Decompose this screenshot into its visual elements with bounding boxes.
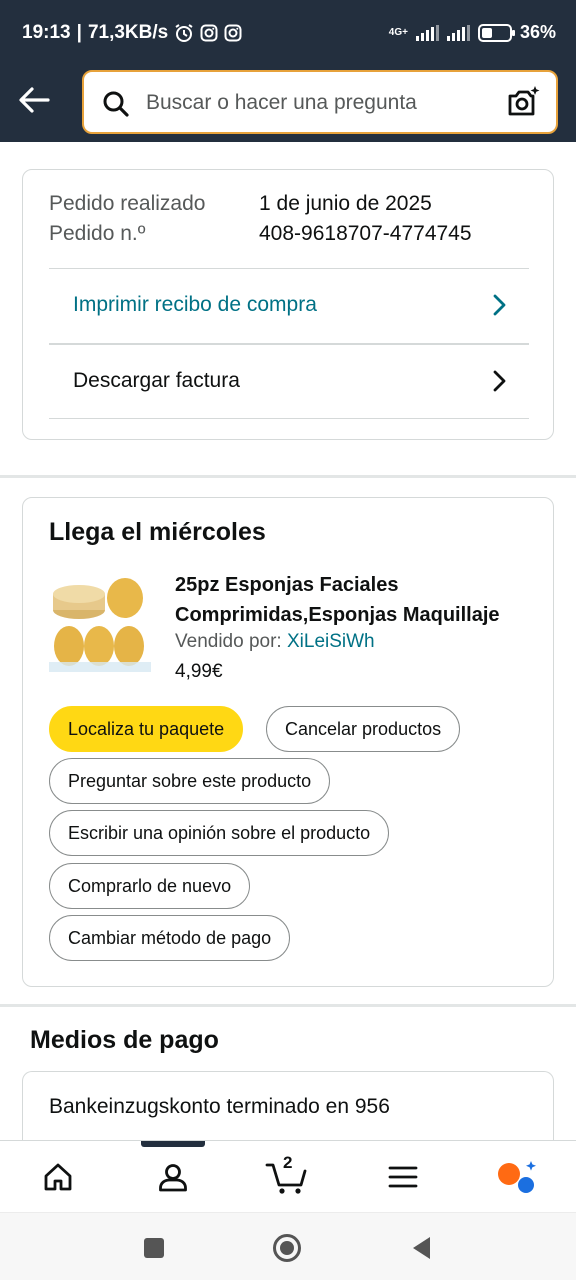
back-button[interactable] <box>14 80 54 120</box>
nav-rufus-assistant[interactable] <box>497 1155 537 1199</box>
product-title[interactable]: 25pz Esponjas Faciales Comprimidas,Espon… <box>175 570 535 630</box>
battery-icon <box>477 23 515 42</box>
track-package-button[interactable]: Localiza tu paquete <box>49 706 244 752</box>
order-placed-label: Pedido realizado <box>49 192 206 215</box>
payment-method: Bankeinzugskonto terminado en 956 <box>49 1095 390 1118</box>
download-invoice-link[interactable]: Descargar factura <box>49 345 529 417</box>
status-right: 4G+ 36% <box>389 22 556 43</box>
signal-icon-2 <box>446 24 470 41</box>
search-input[interactable]: Buscar o hacer una pregunta <box>146 91 417 115</box>
order-number: 408-9618707-4774745 <box>259 222 472 245</box>
triangle-back-icon <box>413 1237 430 1259</box>
top-bar: 19:13 | 71,3KB/s 4G+ 36% Buscar o hacer … <box>0 0 576 142</box>
search-bar[interactable]: Buscar o hacer una pregunta <box>82 70 558 134</box>
order-info-card: Pedido realizado 1 de junio de 2025 Pedi… <box>22 169 554 440</box>
camera-search-icon[interactable] <box>506 84 542 120</box>
cart-count-badge: 2 <box>283 1153 293 1172</box>
delivery-heading: Llega el miércoles <box>49 518 266 546</box>
home-icon <box>44 1163 72 1191</box>
order-placed-date: 1 de junio de 2025 <box>259 192 432 215</box>
square-icon <box>144 1238 164 1258</box>
ask-product-button[interactable]: Preguntar sobre este producto <box>49 758 331 804</box>
nav-home[interactable] <box>38 1155 78 1199</box>
order-number-label: Pedido n.º <box>49 222 146 245</box>
status-speed: 71,3KB/s <box>87 22 169 43</box>
change-payment-button[interactable]: Cambiar método de pago <box>49 915 291 961</box>
status-time: 19:13 <box>22 22 71 43</box>
rufus-assistant-icon <box>498 1161 536 1193</box>
nav-menu[interactable] <box>383 1155 423 1199</box>
instagram-icon <box>200 24 218 42</box>
network-type: 4G+ <box>388 27 408 38</box>
seller-label: Vendido por: <box>175 631 282 652</box>
circle-icon <box>273 1234 301 1262</box>
person-icon <box>159 1164 187 1192</box>
payment-card: Bankeinzugskonto terminado en 956 <box>22 1071 554 1151</box>
instagram-icon-2 <box>224 24 242 42</box>
seller-info: Vendido por: XiLeiSiWh <box>175 631 375 653</box>
cancel-items-button[interactable]: Cancelar productos <box>266 706 461 752</box>
seller-link[interactable]: XiLeiSiWh <box>287 631 375 652</box>
status-separator: | <box>76 22 82 43</box>
product-title-line2: Comprimidas,Esponjas Maquillaje <box>175 604 500 626</box>
home-system-button[interactable] <box>272 1233 302 1263</box>
section-separator <box>0 1004 576 1007</box>
nav-account[interactable] <box>153 1155 193 1199</box>
shipment-card: Llega el miércoles 25pz Esponjas Faciale… <box>22 497 554 987</box>
battery-level: 36% <box>519 22 556 42</box>
product-image[interactable] <box>49 574 151 672</box>
recent-apps-button[interactable] <box>139 1233 169 1263</box>
search-icon <box>103 91 129 117</box>
payment-heading: Medios de pago <box>30 1026 219 1054</box>
status-left: 19:13 | 71,3KB/s <box>22 22 242 44</box>
product-price: 4,99€ <box>175 661 223 682</box>
print-receipt-link[interactable]: Imprimir recibo de compra <box>49 269 529 341</box>
section-separator <box>0 475 576 478</box>
nav-cart[interactable]: 2 <box>264 1153 310 1199</box>
download-invoice-label: Descargar factura <box>73 369 240 392</box>
menu-icon <box>388 1166 418 1188</box>
print-receipt-label: Imprimir recibo de compra <box>73 293 317 316</box>
signal-icon <box>415 24 439 41</box>
buy-again-button[interactable]: Comprarlo de nuevo <box>49 863 251 909</box>
arrow-left-icon <box>19 87 50 113</box>
bottom-navigation: 2 <box>0 1140 576 1212</box>
chevron-right-icon <box>493 370 506 392</box>
alarm-icon <box>175 24 193 42</box>
divider <box>49 418 529 419</box>
status-bar: 19:13 | 71,3KB/s 4G+ 36% <box>0 0 576 66</box>
system-navigation-bar <box>0 1212 576 1280</box>
write-review-button[interactable]: Escribir una opinión sobre el producto <box>49 810 390 856</box>
active-tab-indicator <box>141 1141 205 1147</box>
back-system-button[interactable] <box>406 1233 436 1263</box>
chevron-right-icon <box>493 294 506 316</box>
product-title-line1: 25pz Esponjas Faciales <box>175 574 399 596</box>
